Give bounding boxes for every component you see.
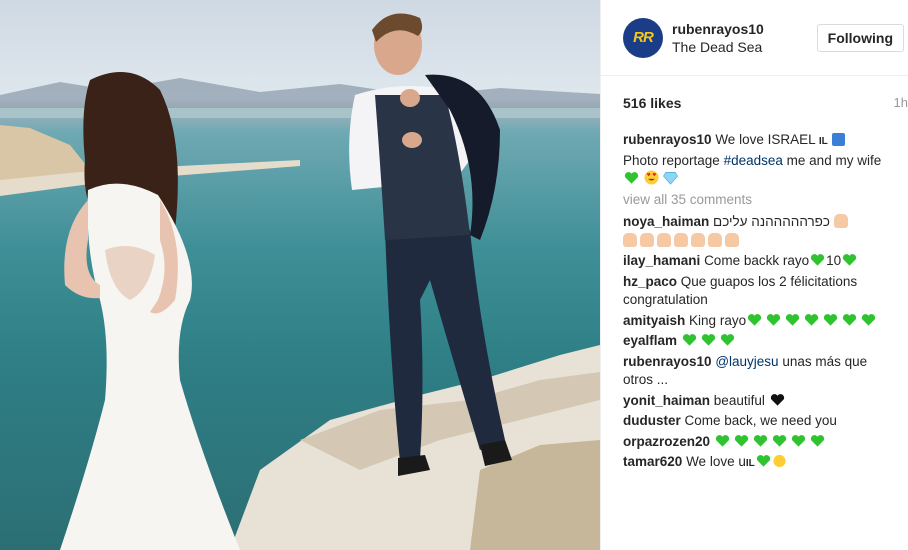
comment-text: beautiful	[713, 392, 765, 408]
comment-username[interactable]: noya_haiman	[623, 214, 709, 229]
comment-item: amityaish King rayo	[623, 312, 900, 331]
green-heart-icon	[747, 313, 762, 326]
israel-flag-icon: IL	[745, 458, 755, 469]
post-photo[interactable]	[0, 0, 600, 550]
instagram-post: RR rubenrayos10 The Dead Sea Following 5…	[0, 0, 908, 550]
green-hearts-row	[746, 313, 879, 328]
top-icon	[831, 133, 845, 146]
post-header: RR rubenrayos10 The Dead Sea Following	[601, 0, 908, 76]
green-heart-icon	[734, 434, 748, 447]
comment-text: King rayo	[689, 312, 747, 328]
comment-username[interactable]: duduster	[623, 413, 681, 428]
mention-link[interactable]: @lauyjesu	[715, 354, 778, 369]
comment-username[interactable]: tamar620	[623, 454, 682, 469]
following-button[interactable]: Following	[816, 23, 904, 52]
green-heart-icon	[810, 254, 825, 266]
comment-text: Come back, we need you	[684, 413, 837, 428]
green-heart-icon	[791, 434, 805, 447]
heart-eyes-emoji-icon	[644, 170, 659, 185]
post-sidebar: RR rubenrayos10 The Dead Sea Following 5…	[600, 0, 908, 550]
green-heart-icon	[756, 455, 770, 467]
caption-text-1: We love ISRAEL	[715, 132, 816, 147]
green-heart-icon	[753, 434, 767, 447]
photo-illustration	[0, 13, 600, 550]
green-heart-icon	[772, 434, 786, 447]
caption-text-2: Photo reportage	[623, 152, 720, 168]
comment-text: We love u	[686, 454, 746, 469]
comment-username[interactable]: eyalflam	[623, 333, 677, 348]
israel-flag-icon: IL	[818, 136, 828, 147]
green-heart-icon	[715, 434, 729, 447]
comment-item: noya_haiman כפרהההההנה עליכם	[623, 213, 900, 250]
comment-item: eyalflam	[623, 332, 900, 351]
caption-text-3: me and my wife	[786, 152, 882, 168]
caption-username[interactable]: rubenrayos10	[623, 132, 712, 147]
comment-text: Come backk rayo	[704, 253, 810, 268]
green-heart-icon	[810, 434, 824, 447]
comment-item: rubenrayos10 @lauyjesu unas más que otro…	[623, 353, 900, 390]
green-heart-icon	[843, 254, 857, 266]
likes-count[interactable]: 516 likes	[623, 95, 681, 111]
hashtag-link[interactable]: #deadsea	[724, 153, 783, 168]
comment-text: כפרהההההנה עליכם	[713, 214, 831, 229]
green-heart-icon	[624, 172, 639, 184]
green-heart-icon	[861, 313, 876, 326]
caption: rubenrayos10 We love ISRAEL IL Photo rep…	[623, 131, 900, 189]
header-location[interactable]: The Dead Sea	[672, 38, 817, 56]
comment-username[interactable]: orpazrozen20	[623, 434, 710, 449]
green-heart-icon	[720, 334, 734, 346]
comment-number: 10	[826, 253, 842, 268]
green-hearts-row	[681, 333, 738, 348]
green-heart-icon	[701, 334, 715, 346]
comment-item: tamar620 We love uIL	[623, 453, 900, 474]
black-heart-icon	[770, 393, 784, 406]
post-time[interactable]: 1h	[894, 95, 908, 110]
header-username[interactable]: rubenrayos10	[672, 20, 817, 38]
avatar[interactable]: RR	[623, 17, 663, 58]
green-heart-icon	[682, 334, 696, 346]
green-heart-icon	[823, 313, 838, 326]
comment-username[interactable]: amityaish	[623, 313, 685, 328]
green-hearts-row	[714, 434, 828, 449]
comment-username[interactable]: rubenrayos10	[623, 354, 712, 369]
emoji-icon	[773, 454, 786, 468]
comment-item: orpazrozen20	[623, 433, 900, 452]
comment-item: hz_paco Que guapos los 2 félicitations c…	[623, 273, 900, 310]
comments-list: rubenrayos10 We love ISRAEL IL Photo rep…	[623, 131, 900, 476]
green-heart-icon	[842, 313, 857, 326]
comment-item: duduster Come back, we need you	[623, 412, 900, 431]
comment-username[interactable]: ilay_hamani	[623, 253, 700, 268]
comment-username[interactable]: hz_paco	[623, 274, 677, 289]
green-heart-icon	[785, 313, 800, 326]
avatar-logo: RR	[633, 29, 654, 46]
comment-item: yonit_haiman beautiful	[623, 392, 900, 411]
comment-username[interactable]: yonit_haiman	[623, 393, 710, 408]
view-all-comments-link[interactable]: view all 35 comments	[623, 191, 900, 210]
header-text: rubenrayos10 The Dead Sea	[672, 20, 817, 56]
green-heart-icon	[766, 313, 781, 326]
post-stats: 516 likes 1h	[623, 95, 908, 113]
green-heart-icon	[804, 313, 819, 326]
comment-item: ilay_hamani Come backk rayo 10	[623, 252, 900, 271]
diamond-icon	[662, 172, 678, 185]
